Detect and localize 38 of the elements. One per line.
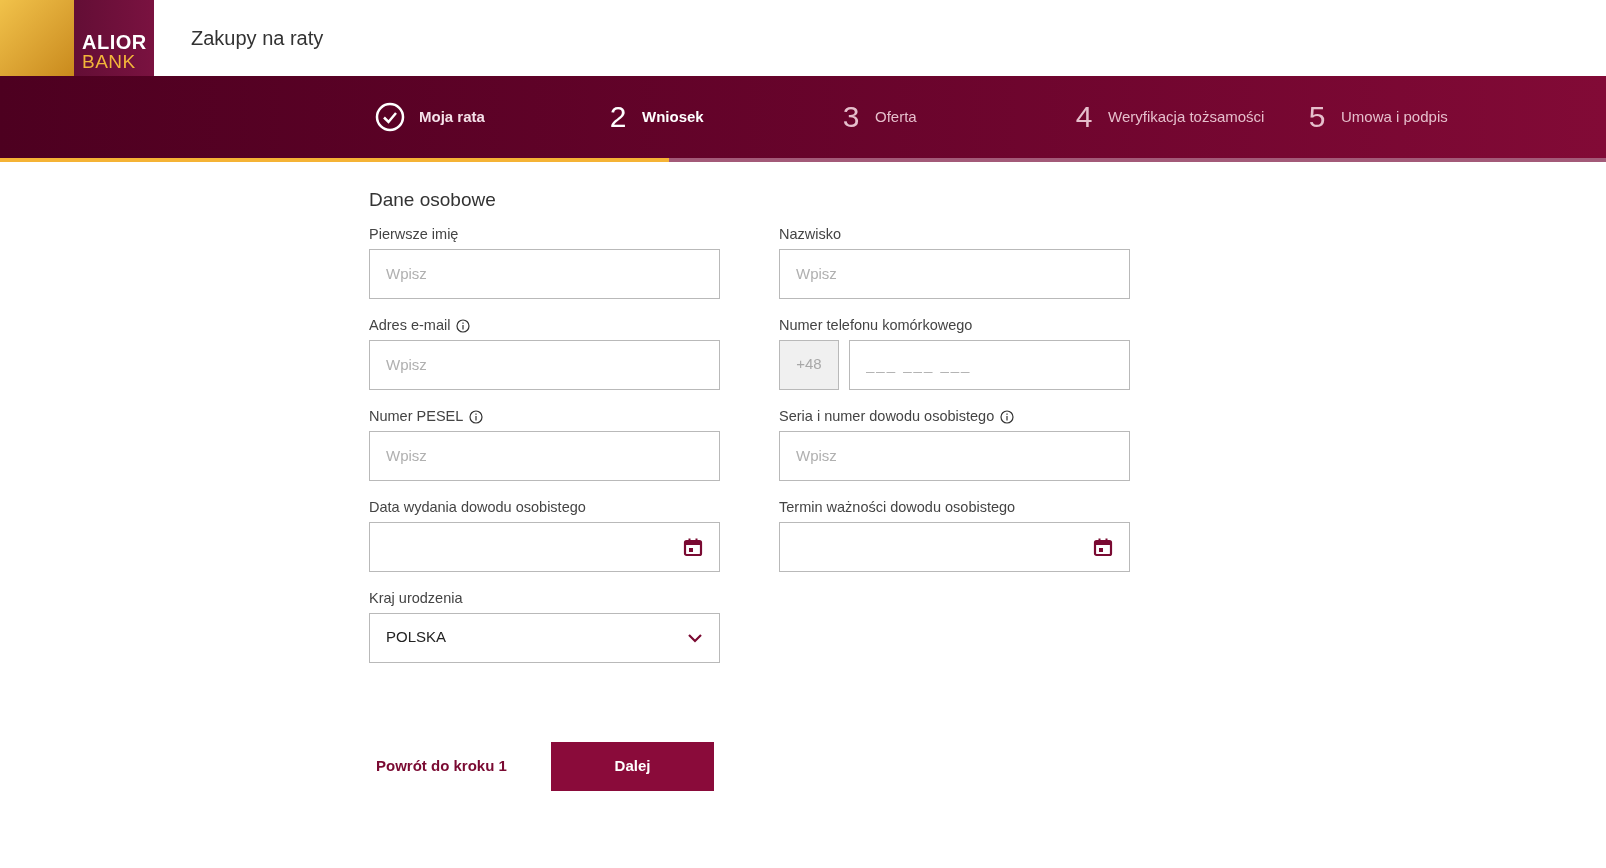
text-input-field[interactable]: Wpisz [779, 430, 1130, 481]
logo-text: ALIOR [82, 33, 147, 52]
section-title: Dane osobowe [369, 188, 497, 212]
text-input-field[interactable]: Wpisz [369, 430, 720, 481]
field-label: Numer PESEL [369, 406, 464, 426]
field-label: Data wydania dowodu osobistego [369, 497, 586, 517]
country-code-field: +48 [779, 339, 839, 390]
date-input-field[interactable] [779, 521, 1130, 572]
field-label: Nazwisko [779, 224, 842, 244]
text-input-field[interactable]: Wpisz [369, 339, 720, 390]
step-tab[interactable]: Moja rata [375, 102, 608, 132]
text-input-field[interactable]: Wpisz [779, 248, 1130, 299]
next-button[interactable]: Dalej [551, 741, 714, 791]
calendar-icon[interactable] [683, 536, 703, 557]
page-title: Zakupy na raty [191, 26, 324, 51]
chevron-down-icon [687, 632, 703, 643]
bank-logo[interactable]: ALIOR BANK [0, 0, 154, 76]
step-tab[interactable]: 3 Oferta [841, 102, 1074, 132]
country-dropdown[interactable]: POLSKA [369, 612, 720, 663]
info-icon[interactable] [456, 318, 471, 333]
field-label: Kraj urodzenia [369, 588, 463, 608]
field-label: Numer telefonu komórkowego [779, 315, 973, 335]
date-input-field[interactable] [369, 521, 720, 572]
field-label: Seria i numer dowodu osobistego [779, 406, 995, 426]
field-label: Adres e-mail [369, 315, 451, 335]
logo-text: BANK [82, 52, 137, 71]
text-input-field[interactable]: Wpisz [369, 248, 720, 299]
info-icon[interactable] [469, 409, 484, 424]
step-tab[interactable]: 4 Weryfikacja tożsamości [1074, 102, 1307, 132]
step-tab[interactable]: 5 Umowa i podpis [1307, 102, 1540, 132]
field-label: Termin ważności dowodu osobistego [779, 497, 1016, 517]
check-circle-icon [375, 102, 405, 132]
info-icon[interactable] [1000, 409, 1015, 424]
field-label: Pierwsze imię [369, 224, 459, 244]
back-link[interactable]: Powrót do kroku 1 [376, 754, 551, 778]
phone-input-field[interactable]: ___ ___ ___ [849, 339, 1130, 390]
step-tab[interactable]: 2 Wniosek [608, 102, 841, 132]
calendar-icon[interactable] [1093, 536, 1113, 557]
